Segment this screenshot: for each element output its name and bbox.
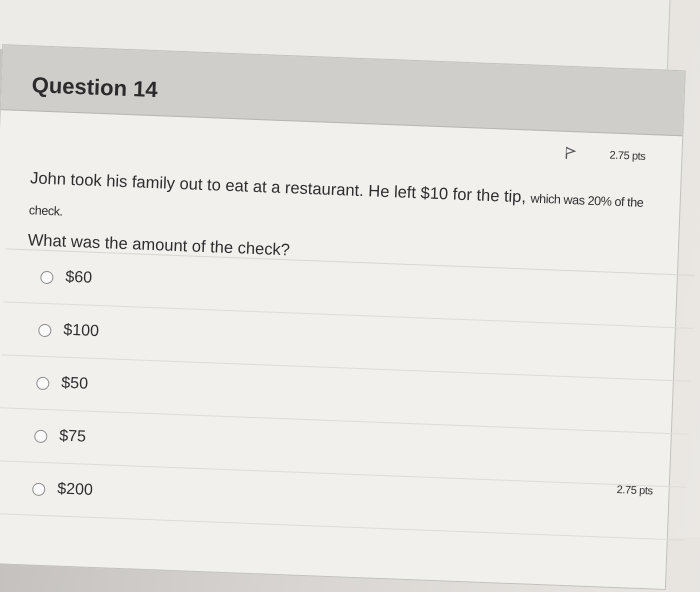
radio-button[interactable] [34,429,48,443]
page-scene: Question 14 2.75 pts John took his famil… [0,0,699,590]
next-question-points: 2.75 pts [616,484,653,498]
radio-button[interactable] [32,482,46,496]
answer-label: $75 [58,427,87,446]
question-body: 2.75 pts John took his family out to eat… [0,110,695,591]
question-title: Question 14 [31,72,159,103]
radio-button[interactable] [36,376,50,390]
answer-label: $50 [61,374,89,393]
radio-button[interactable] [40,270,54,284]
question-text-main: John took his family out to eat at a res… [29,169,531,207]
answer-list: $60 $100 $50 $75 $200 [0,248,695,541]
question-points: 2.75 pts [609,149,646,163]
radio-button[interactable] [38,323,52,337]
flag-icon[interactable] [563,146,578,161]
question-card: Question 14 2.75 pts John took his famil… [0,44,695,591]
answer-label: $60 [65,268,93,287]
answer-label: $100 [63,321,100,341]
answer-label: $200 [56,480,94,499]
